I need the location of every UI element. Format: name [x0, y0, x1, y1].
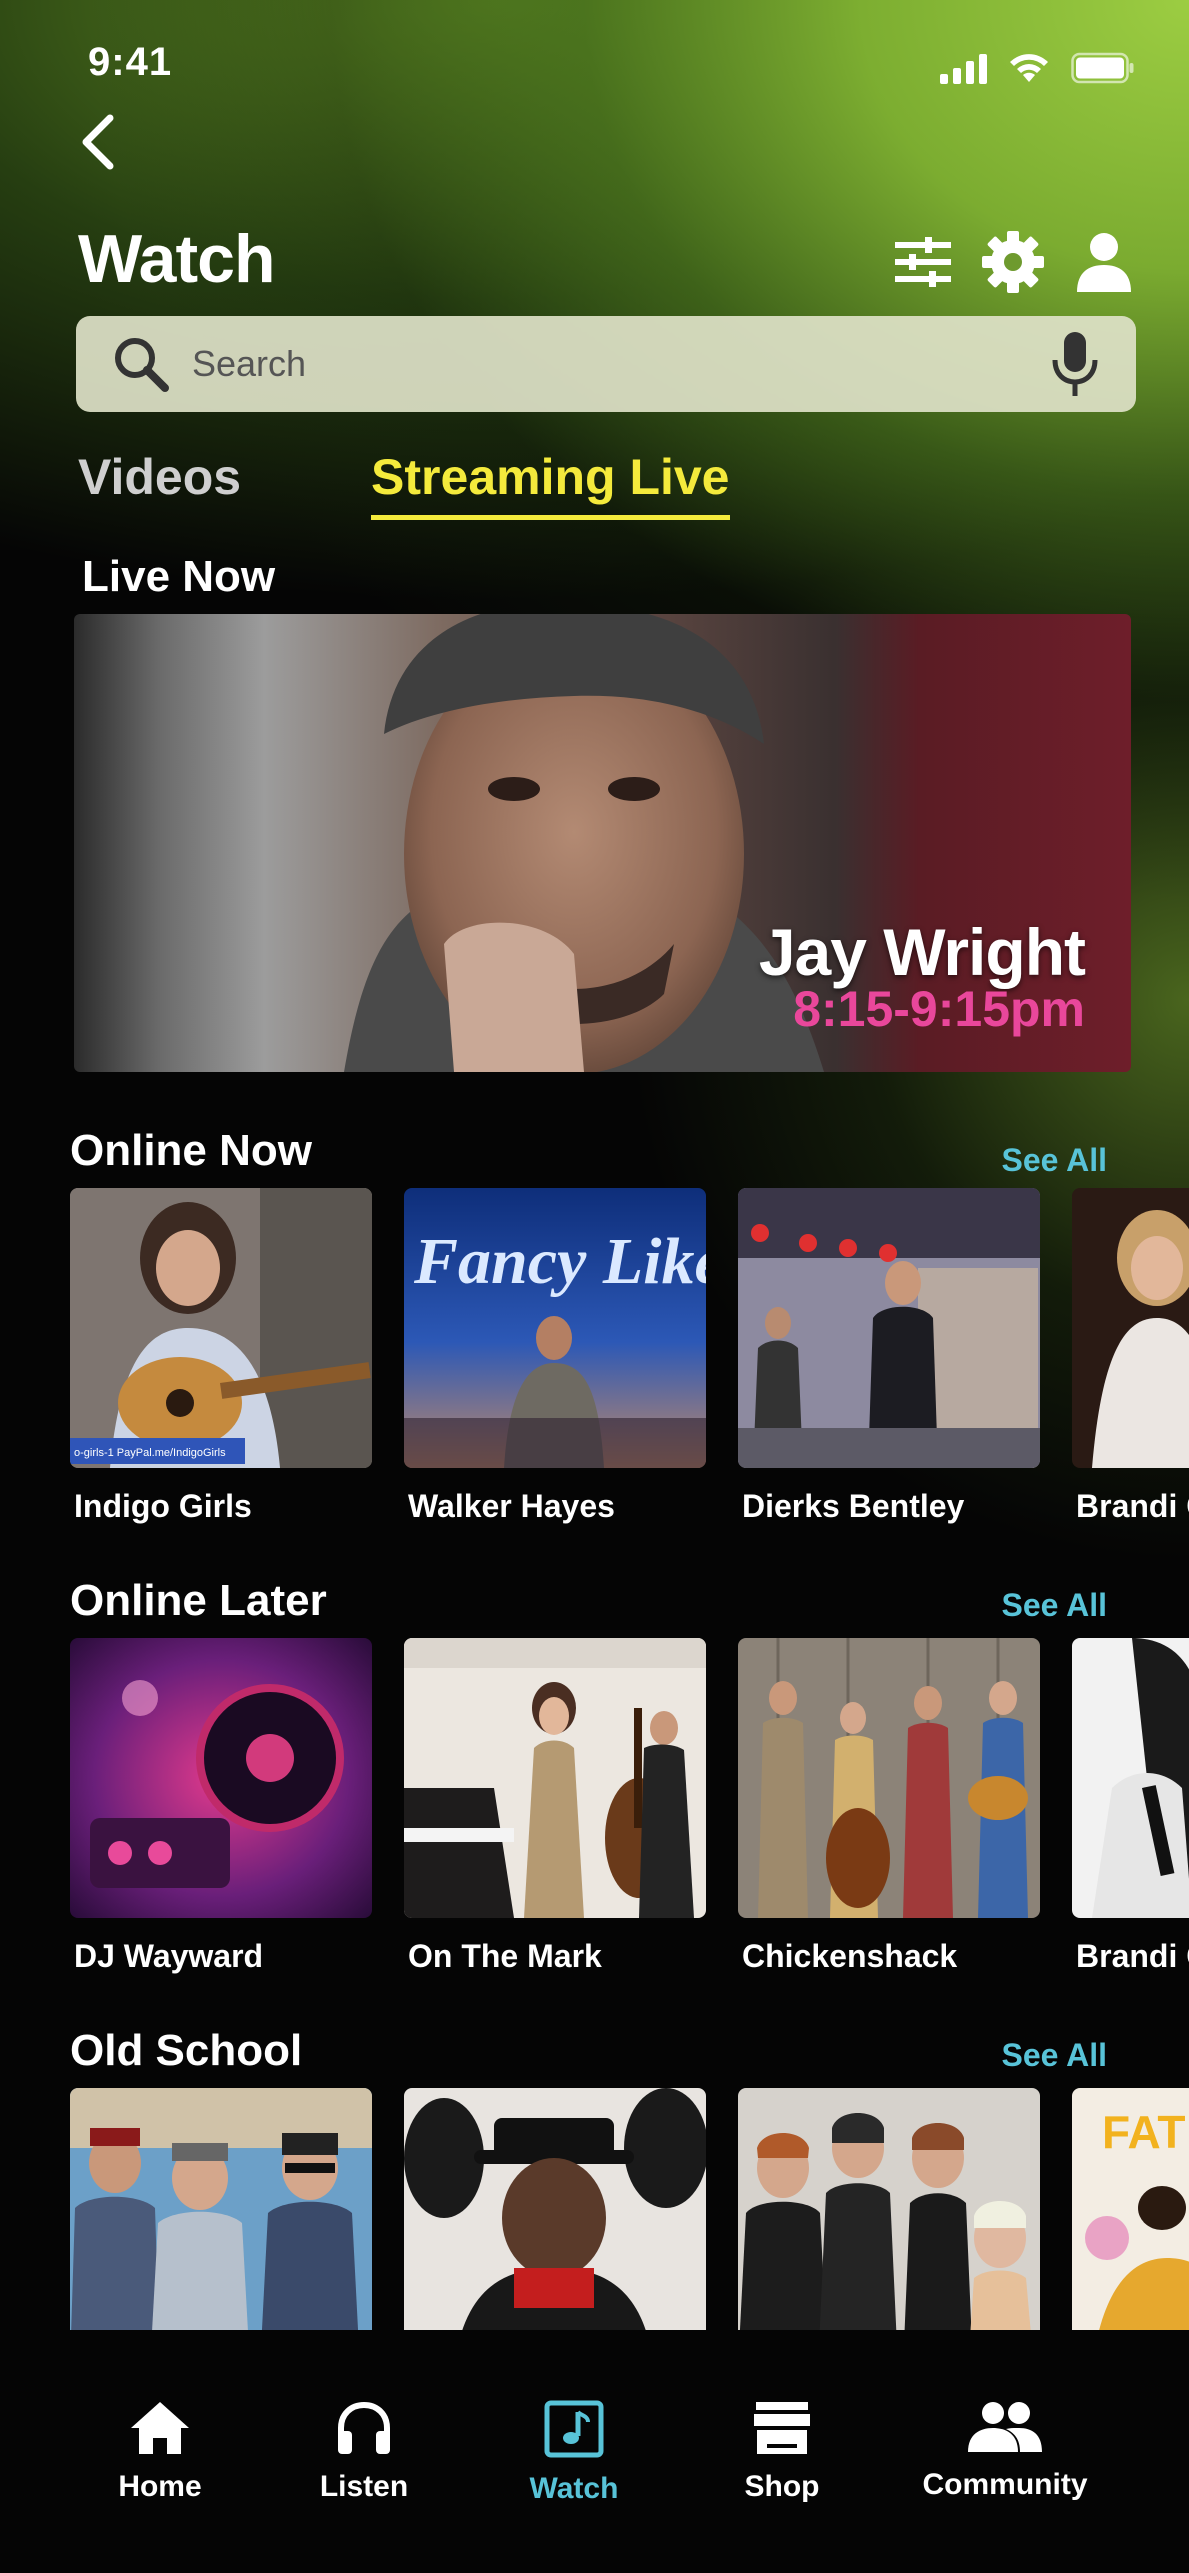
artist-card[interactable]: Chickenshack [738, 1638, 1040, 1975]
home-icon [131, 2402, 189, 2454]
artist-name: Chickenshack [742, 1938, 958, 1974]
artist-card[interactable] [738, 2088, 1040, 2368]
online-now-row: o-girls-1 PayPal.me/IndigoGirls Indigo G… [70, 1188, 1189, 1525]
live-now-hero-card[interactable]: Jay Wright 8:15-9:15pm [74, 614, 1131, 1072]
stage-performer-photo: Fancy Like [404, 1188, 706, 1468]
artist-card[interactable]: o-girls-1 PayPal.me/IndigoGirls Indigo G… [70, 1188, 372, 1525]
search-input[interactable] [192, 343, 972, 385]
online-later-row: DJ Wayward On The Mark Chickenshack Bran… [70, 1638, 1189, 1975]
tab-bar-label: Shop [744, 2470, 820, 2503]
page-title: Watch [78, 221, 275, 297]
cellular-signal-icon [940, 54, 987, 84]
content-tabs: Videos Streaming Live [78, 448, 730, 520]
profile-icon[interactable] [1075, 232, 1133, 292]
tab-bar-listen[interactable]: Listen [314, 2400, 414, 2504]
artist-thumbnail [70, 1638, 372, 1918]
artist-thumbnail [738, 1188, 1040, 1468]
artist-thumbnail [738, 2088, 1040, 2368]
duo-with-piano-photo [404, 1638, 706, 1918]
artist-thumbnail [70, 2088, 372, 2368]
music-note-icon [544, 2400, 604, 2458]
artist-thumbnail [738, 1638, 1040, 1918]
status-time: 9:41 [88, 40, 173, 84]
artist-thumbnail [404, 1638, 706, 1918]
header-actions [895, 230, 1133, 294]
artist-card[interactable]: Dierks Bentley [738, 1188, 1040, 1525]
headphones-icon [338, 2401, 390, 2454]
tab-bar-label: Watch [529, 2472, 619, 2505]
artist-name: Dierks Bentley [742, 1488, 965, 1524]
microphone-icon[interactable] [1048, 330, 1102, 400]
poster-title-text: FAT [1102, 2106, 1185, 2158]
tab-bar-label: Home [118, 2470, 202, 2503]
artist-thumbnail [404, 2088, 706, 2368]
search-icon [115, 338, 169, 392]
watch-screen: 9:41 Watch Search Videos Streaming Live … [0, 0, 1189, 2573]
artist-thumbnail [1072, 1638, 1189, 1918]
artist-thumbnail: Fancy Like [404, 1188, 706, 1468]
artist-card[interactable]: Fancy Like Walker Hayes [404, 1188, 706, 1525]
neon-sign-text: Fancy Like [413, 1225, 706, 1298]
back-chevron-icon[interactable] [74, 112, 124, 172]
battery-icon [1071, 52, 1134, 84]
tab-bar-shop[interactable]: Shop [732, 2400, 832, 2504]
artist-card[interactable]: Brandi C [1072, 1188, 1189, 1525]
wifi-icon [1010, 54, 1048, 82]
artist-card[interactable]: FAT [1072, 2088, 1189, 2368]
tab-bar-home[interactable]: Home [110, 2400, 210, 2504]
bluegrass-band-photo [738, 1638, 1040, 1918]
artist-card[interactable]: Brandi C [1072, 1638, 1189, 1975]
group-photo-poolside [70, 2088, 372, 2368]
singer-photo [1072, 1188, 1189, 1468]
online-now-heading: Online Now [70, 1126, 312, 1175]
old-school-heading: Old School [70, 2026, 303, 2075]
live-show-time: 8:15-9:15pm [793, 981, 1085, 1037]
artist-card[interactable]: On The Mark [404, 1638, 706, 1975]
tab-bar-label: Listen [319, 2470, 409, 2503]
artist-name: Indigo Girls [74, 1488, 252, 1524]
artist-name: On The Mark [408, 1938, 602, 1974]
tab-bar-community[interactable]: Community [920, 2400, 1090, 2502]
tab-bar-label: Community [922, 2468, 1088, 2501]
artist-thumbnail: o-girls-1 PayPal.me/IndigoGirls [70, 1188, 372, 1468]
live-artist-name: Jay Wright [758, 915, 1086, 989]
people-icon [968, 2402, 1042, 2452]
guitar-player-photo: o-girls-1 PayPal.me/IndigoGirls [70, 1188, 372, 1468]
singer-portrait-photo [1072, 1638, 1189, 1918]
tab-videos[interactable]: Videos [78, 448, 241, 506]
artist-name: Walker Hayes [408, 1488, 615, 1524]
artist-thumbnail [1072, 1188, 1189, 1468]
store-icon [754, 2402, 810, 2454]
old-school-see-all-link[interactable]: See All [1001, 2037, 1107, 2074]
artist-name: Brandi C [1076, 1488, 1189, 1524]
search-bar[interactable] [76, 316, 1136, 412]
live-now-heading: Live Now [82, 552, 276, 601]
filter-sliders-icon[interactable] [895, 236, 951, 288]
status-icons [940, 50, 1135, 84]
tab-streaming-live[interactable]: Streaming Live [371, 448, 730, 520]
cartoon-poster-photo: FAT [1072, 2088, 1189, 2368]
online-now-see-all-link[interactable]: See All [1001, 1142, 1107, 1179]
live-artist-photo [344, 614, 824, 1072]
hip-hop-group-photo [404, 2088, 706, 2368]
online-later-see-all-link[interactable]: See All [1001, 1587, 1107, 1624]
tab-bar-watch[interactable]: Watch [524, 2400, 624, 2506]
online-later-heading: Online Later [70, 1576, 327, 1625]
artist-name: DJ Wayward [74, 1938, 264, 1974]
old-school-row: FAT [70, 2088, 1189, 2368]
synth-band-photo [738, 2088, 1040, 2368]
artist-thumbnail: FAT [1072, 2088, 1189, 2368]
band-stage-photo [738, 1188, 1040, 1468]
artist-card[interactable]: DJ Wayward [70, 1638, 372, 1975]
artist-name: Brandi C [1076, 1938, 1189, 1974]
dj-turntable-photo [70, 1638, 372, 1918]
settings-gear-icon[interactable] [981, 230, 1045, 294]
artist-card[interactable] [404, 2088, 706, 2368]
artist-card[interactable] [70, 2088, 372, 2368]
paypal-caption: o-girls-1 PayPal.me/IndigoGirls [74, 1447, 226, 1459]
